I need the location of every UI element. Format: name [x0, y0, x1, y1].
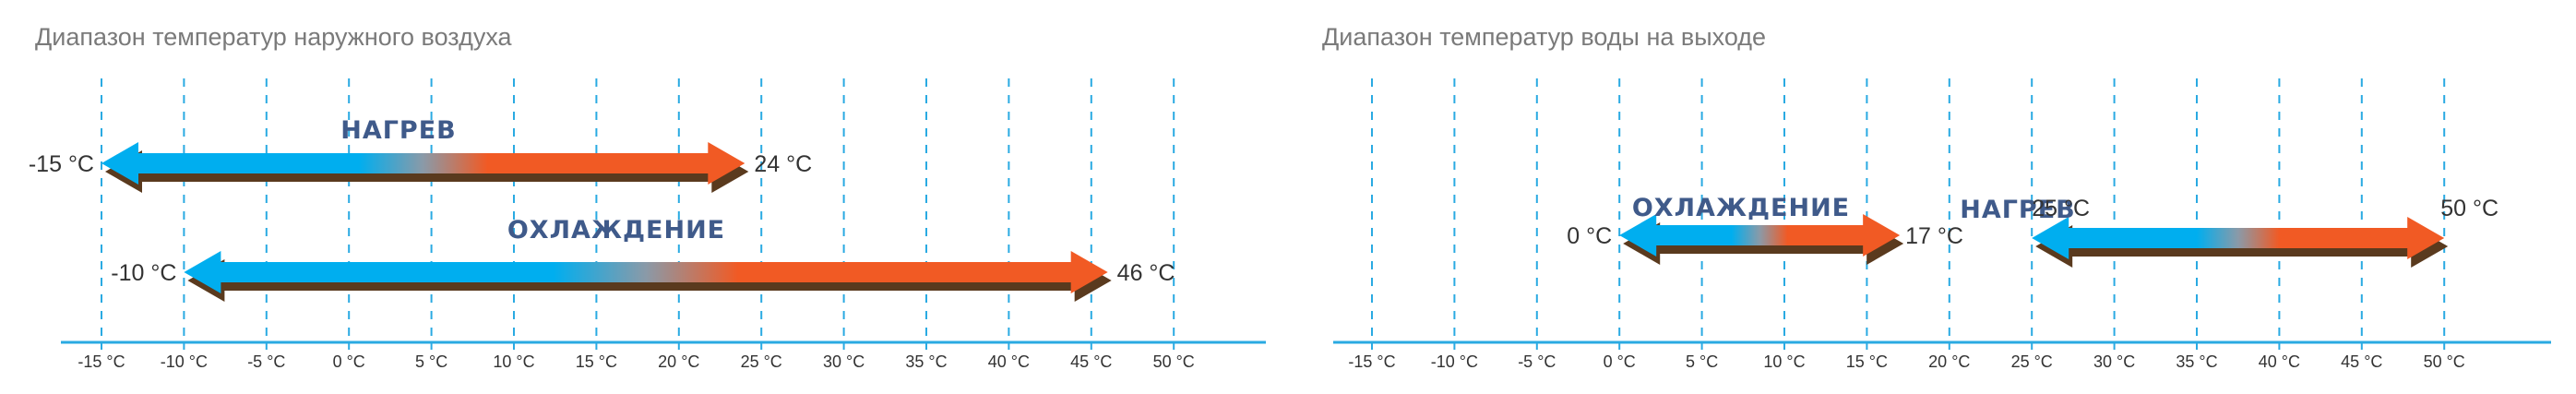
x-tick-label: -5 °C: [1518, 352, 1556, 371]
x-tick-label: -15 °C: [78, 352, 125, 371]
x-tick-label: 25 °C: [741, 352, 782, 371]
x-tick-label: -15 °C: [1348, 352, 1395, 371]
outdoor-air-chart-svg: Диапазон температур наружного воздуха -1…: [29, 23, 1266, 371]
outlet-water-chart-svg: Диапазон температур воды на выходе -15 °…: [1322, 23, 2551, 371]
x-tick-label: 25 °C: [2011, 352, 2053, 371]
range-mode-label: ОХЛАЖДЕНИЕ: [507, 216, 725, 245]
outlet-water-range-chart: Диапазон температур воды на выходе -15 °…: [1292, 0, 2576, 394]
range-min-label: -10 °C: [111, 260, 176, 286]
x-tick-label: 50 °C: [1153, 352, 1195, 371]
x-tick-label: 20 °C: [1928, 352, 1970, 371]
range-mode-label: НАГРЕВ: [340, 116, 457, 145]
x-tick-label: -5 °C: [247, 352, 285, 371]
x-tick-label: 5 °C: [415, 352, 447, 371]
x-tick-label: 10 °C: [493, 352, 534, 371]
x-tick-label: 50 °C: [2424, 352, 2465, 371]
chart-title: Диапазон температур воды на выходе: [1322, 23, 1766, 51]
range-max-label: 46 °C: [1117, 260, 1175, 286]
x-tick-label: 35 °C: [2176, 352, 2217, 371]
x-tick-label: 40 °C: [988, 352, 1030, 371]
x-tick-label: 10 °C: [1763, 352, 1805, 371]
x-tick-label: 30 °C: [2093, 352, 2135, 371]
x-tick-label: 5 °C: [1686, 352, 1718, 371]
range-max-label: 24 °C: [754, 151, 812, 177]
x-tick-label: 30 °C: [823, 352, 865, 371]
x-tick-label: 0 °C: [1604, 352, 1636, 371]
x-tick-label: 20 °C: [658, 352, 699, 371]
x-tick-label: 0 °C: [333, 352, 365, 371]
range-max-label: 50 °C: [2440, 196, 2498, 221]
range-min-label: -15 °C: [29, 151, 94, 177]
x-tick-label: 40 °C: [2259, 352, 2300, 371]
x-tick-label: 45 °C: [1070, 352, 1112, 371]
x-tick-label: 15 °C: [1846, 352, 1888, 371]
range-min-label: 0 °C: [1567, 223, 1612, 249]
range-mode-label: ОХЛАЖДЕНИЕ: [1632, 194, 1850, 222]
x-tick-label: -10 °C: [161, 352, 208, 371]
x-tick-label: -10 °C: [1431, 352, 1478, 371]
chart-title: Диапазон температур наружного воздуха: [35, 23, 513, 51]
outdoor-air-range-chart: Диапазон температур наружного воздуха -1…: [0, 0, 1292, 394]
range-min-label: 25 °C: [2032, 196, 2090, 221]
x-tick-label: 15 °C: [576, 352, 617, 371]
x-tick-label: 35 °C: [905, 352, 947, 371]
x-tick-label: 45 °C: [2341, 352, 2382, 371]
range-max-label: 17 °C: [1905, 223, 1963, 249]
